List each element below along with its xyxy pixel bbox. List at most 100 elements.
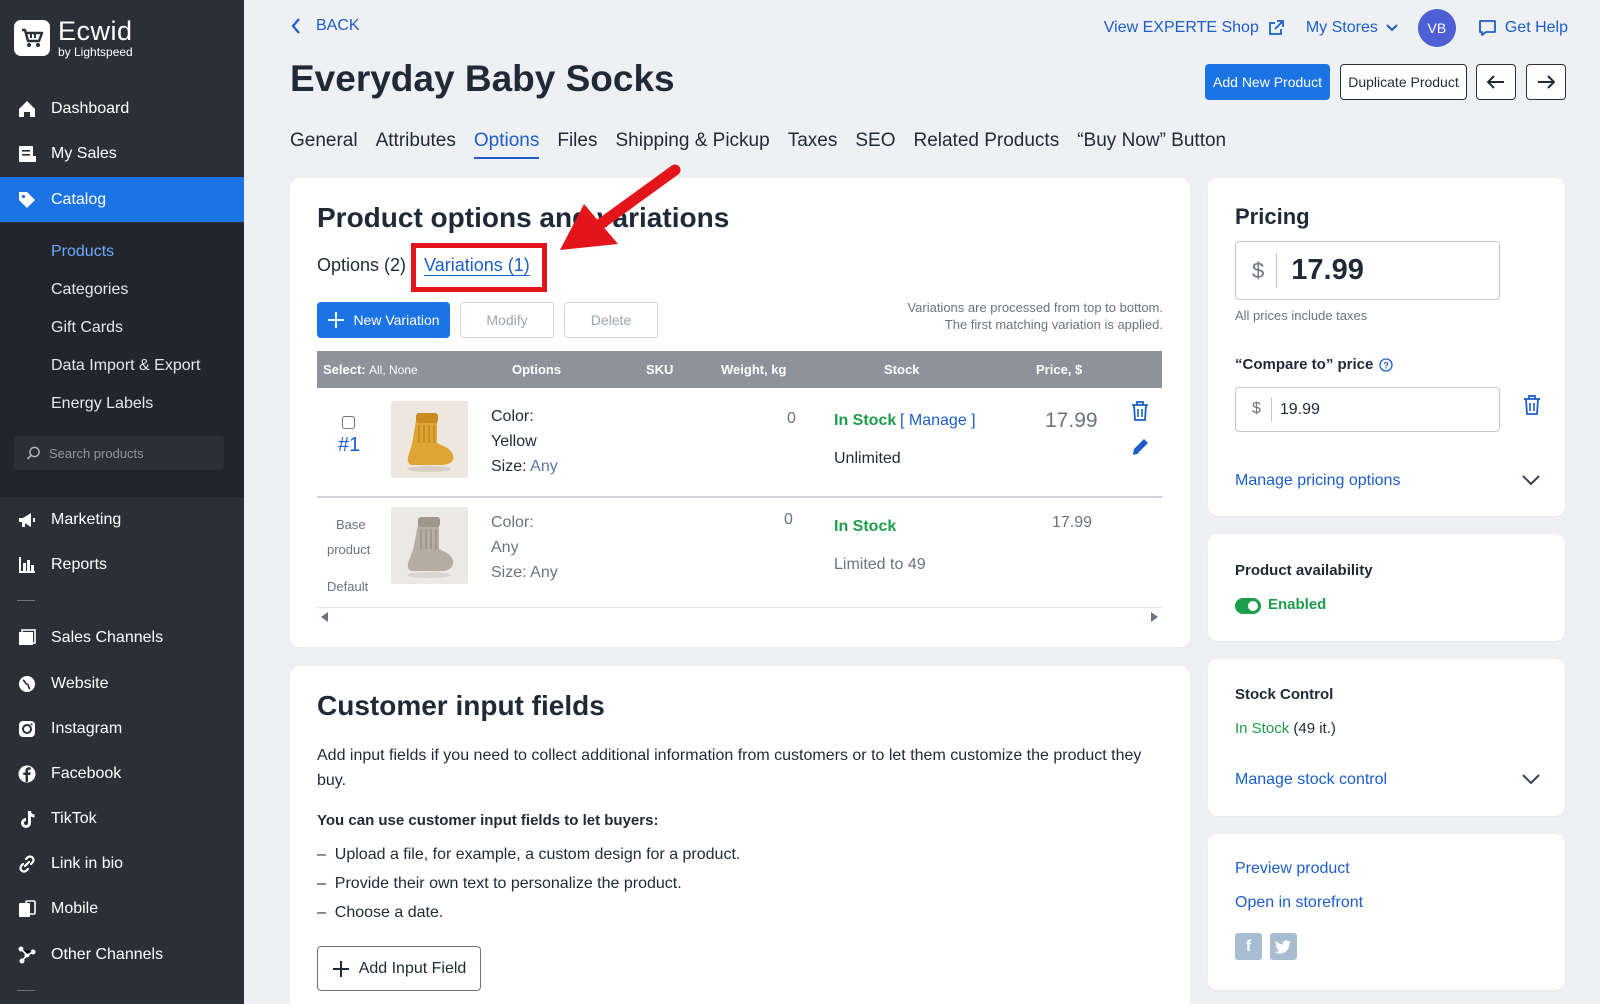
edit-pencil-icon[interactable]: [1131, 437, 1150, 456]
chevron-down-icon[interactable]: [1522, 774, 1540, 785]
chevron-down-icon[interactable]: [1522, 475, 1540, 486]
scroll-right-icon[interactable]: [1150, 612, 1158, 622]
nav-other-channels[interactable]: Other Channels: [0, 932, 244, 977]
sub-item-data-import-export[interactable]: Data Import & Export: [51, 357, 200, 375]
tab-attributes[interactable]: Attributes: [376, 130, 456, 159]
get-help-link[interactable]: Get Help: [1478, 19, 1568, 37]
row-divider: [317, 496, 1162, 498]
nav-reports[interactable]: Reports: [0, 542, 244, 587]
globe-icon: [17, 674, 37, 694]
nav-tiktok[interactable]: TikTok: [0, 796, 244, 841]
next-product-button[interactable]: [1526, 64, 1566, 100]
manage-pricing-link[interactable]: Manage pricing options: [1235, 472, 1400, 490]
size-value: Any: [530, 458, 558, 475]
variation-id[interactable]: #1: [338, 434, 360, 457]
duplicate-product-button[interactable]: Duplicate Product: [1340, 64, 1467, 100]
nav-mobile[interactable]: Mobile: [0, 886, 244, 931]
nav-sales-channels[interactable]: Sales Channels: [0, 615, 244, 660]
price-field[interactable]: $: [1235, 241, 1500, 300]
facebook-share-icon[interactable]: f: [1235, 933, 1262, 960]
compare-price-field[interactable]: $: [1235, 387, 1500, 432]
help-icon[interactable]: ?: [1379, 357, 1394, 372]
nav-label: Marketing: [51, 510, 122, 528]
add-new-product-button[interactable]: Add New Product: [1205, 64, 1330, 100]
preview-links-card: Preview product Open in storefront f: [1208, 834, 1565, 990]
stock-control-card: Stock Control In Stock (49 it.) Manage s…: [1208, 659, 1565, 816]
stock-detail: Unlimited: [834, 450, 901, 467]
new-variation-button[interactable]: New Variation: [317, 302, 450, 338]
ecwid-logo[interactable]: Ecwid by Lightspeed: [14, 18, 133, 58]
logo-name: Ecwid: [58, 16, 133, 46]
external-link-icon: [1268, 20, 1284, 35]
search-icon: [26, 446, 40, 460]
manage-stock-link[interactable]: [ Manage ]: [900, 412, 976, 430]
view-shop-link[interactable]: View EXPERTE Shop: [1104, 19, 1284, 37]
my-stores-dropdown[interactable]: My Stores: [1306, 19, 1398, 37]
search-products-input[interactable]: [49, 445, 209, 461]
twitter-share-icon[interactable]: [1270, 933, 1297, 960]
facebook-icon: [17, 764, 37, 784]
nav-label: Mobile: [51, 899, 99, 917]
bullet-text: Upload a file, for example, a custom des…: [334, 846, 741, 863]
compare-price-input[interactable]: [1279, 400, 1470, 419]
home-icon: [17, 99, 37, 119]
base-label-1: Base: [336, 517, 366, 532]
tab-options[interactable]: Options: [473, 130, 540, 159]
bullet-text: Choose a date.: [334, 904, 444, 921]
base-label-2: product: [327, 542, 371, 557]
stock-status: In Stock: [1235, 720, 1290, 737]
stock-title: Stock Control: [1235, 686, 1334, 703]
preview-product-link[interactable]: Preview product: [1235, 860, 1350, 878]
select-all-none[interactable]: All, None: [369, 363, 418, 377]
nav-website[interactable]: Website: [0, 661, 244, 706]
sub-item-gift-cards[interactable]: Gift Cards: [51, 319, 123, 337]
tab-buy-now-button[interactable]: “Buy Now” Button: [1077, 130, 1226, 159]
availability-toggle[interactable]: [1235, 598, 1261, 614]
row-checkbox[interactable]: [342, 416, 355, 429]
megaphone-icon: [17, 510, 37, 530]
tab-related-products[interactable]: Related Products: [913, 130, 1059, 159]
product-thumbnail: [391, 507, 468, 584]
size-label: Size:: [491, 564, 527, 581]
nav-facebook[interactable]: Facebook: [0, 751, 244, 796]
delete-button[interactable]: Delete: [564, 302, 658, 338]
color-value: Yellow: [491, 433, 537, 450]
nav-marketing[interactable]: Marketing: [0, 497, 244, 542]
trash-icon[interactable]: [1131, 401, 1149, 421]
tab-shipping-pickup[interactable]: Shipping & Pickup: [615, 130, 769, 159]
previous-product-button[interactable]: [1476, 64, 1516, 100]
instagram-icon: [17, 719, 37, 739]
chat-bubble-icon: [1478, 20, 1496, 36]
modify-button[interactable]: Modify: [460, 302, 554, 338]
search-products[interactable]: [14, 436, 224, 470]
open-storefront-link[interactable]: Open in storefront: [1235, 894, 1363, 912]
nav-my-sales[interactable]: My Sales: [0, 131, 244, 176]
nav-link-in-bio[interactable]: Link in bio: [0, 841, 244, 886]
nav-dashboard[interactable]: Dashboard: [0, 86, 244, 131]
variations-highlight-box: [411, 243, 547, 292]
page-title: Everyday Baby Socks: [290, 58, 675, 99]
horizontal-scrollbar[interactable]: [317, 607, 1162, 623]
sub-item-products[interactable]: Products: [51, 243, 114, 261]
tab-files[interactable]: Files: [557, 130, 597, 159]
scroll-left-icon[interactable]: [321, 612, 329, 622]
link-icon: [17, 854, 37, 874]
taxes-note: All prices include taxes: [1235, 308, 1368, 323]
nav-catalog[interactable]: Catalog: [0, 177, 244, 222]
tab-seo[interactable]: SEO: [855, 130, 895, 159]
sub-item-categories[interactable]: Categories: [51, 281, 128, 299]
add-input-field-button[interactable]: Add Input Field: [317, 946, 481, 991]
tab-general[interactable]: General: [290, 130, 358, 159]
compare-label-text: “Compare to” price: [1235, 356, 1374, 373]
price-input[interactable]: [1291, 254, 1482, 287]
nav-instagram[interactable]: Instagram: [0, 706, 244, 751]
subtab-options[interactable]: Options (2): [317, 255, 406, 276]
variations-table-header: Select: All, None Options SKU Weight, kg…: [317, 351, 1162, 388]
manage-stock-control-link[interactable]: Manage stock control: [1235, 771, 1387, 789]
tab-taxes[interactable]: Taxes: [788, 130, 838, 159]
bullet-text: Provide their own text to personalize th…: [334, 875, 682, 892]
avatar[interactable]: VB: [1417, 9, 1456, 47]
trash-icon[interactable]: [1523, 395, 1541, 415]
back-button[interactable]: BACK: [290, 17, 360, 35]
sub-item-energy-labels[interactable]: Energy Labels: [51, 395, 153, 413]
